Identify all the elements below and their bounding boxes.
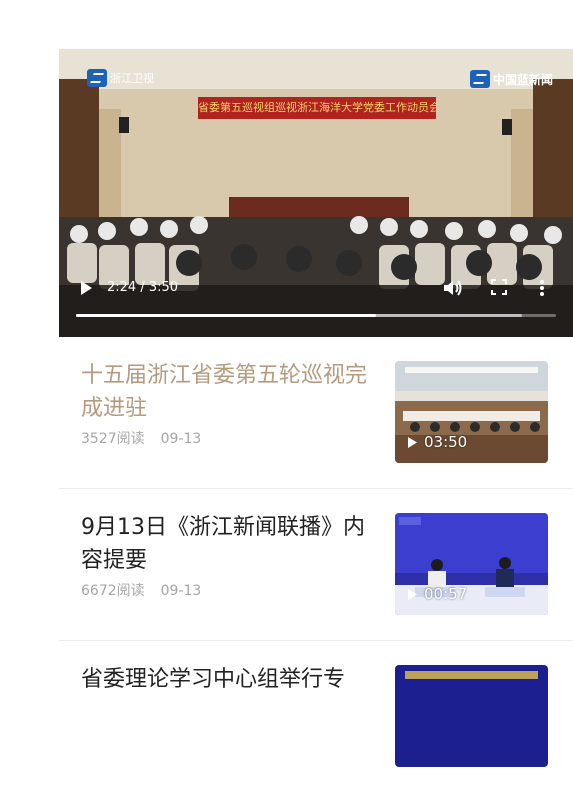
- publish-date: 09-13: [160, 583, 202, 599]
- video-duration-badge: 00:57: [407, 585, 467, 603]
- news-item[interactable]: 9月13日《浙江新闻联播》内容提要 6672阅读 09-13 00:57: [59, 489, 573, 641]
- more-vertical-icon: [540, 280, 544, 296]
- play-button[interactable]: [79, 280, 93, 300]
- news-meta: 3527阅读 09-13: [81, 428, 201, 448]
- watermark-text: 中国蓝新闻: [492, 72, 553, 87]
- read-count: 3527阅读: [81, 431, 145, 447]
- player-controls: 2:24 / 3:50: [59, 269, 573, 337]
- video-duration: 03:50: [424, 433, 468, 451]
- progress-played: [76, 314, 377, 317]
- time-display: 2:24 / 3:50: [107, 280, 179, 295]
- news-title[interactable]: 十五届浙江省委第五轮巡视完成进驻: [81, 359, 371, 425]
- news-title[interactable]: 省委理论学习中心组举行专: [81, 663, 371, 696]
- channel-logo-text: 浙江卫视: [110, 72, 154, 85]
- news-thumbnail[interactable]: [395, 665, 548, 767]
- play-icon: [408, 436, 417, 448]
- thumbnail-image: [395, 665, 548, 767]
- news-item[interactable]: 十五届浙江省委第五轮巡视完成进驻 3527阅读 09-13 03:50: [59, 337, 573, 489]
- watermark: 中国蓝新闻: [469, 70, 553, 88]
- volume-button[interactable]: [443, 279, 463, 301]
- volume-icon: [444, 280, 462, 296]
- play-icon: [408, 588, 417, 600]
- progress-bar[interactable]: [76, 314, 556, 317]
- china-blue-logo-icon: [469, 70, 490, 88]
- news-thumbnail[interactable]: 00:57: [395, 513, 548, 615]
- read-count: 6672阅读: [81, 583, 145, 599]
- publish-date: 09-13: [160, 431, 202, 447]
- news-title[interactable]: 9月13日《浙江新闻联播》内容提要: [81, 511, 371, 577]
- play-icon: [81, 281, 92, 295]
- fullscreen-icon: [491, 279, 507, 295]
- more-options-button[interactable]: [539, 279, 545, 301]
- zhejiang-tv-logo-icon: [87, 69, 107, 87]
- video-duration-badge: 03:50: [407, 433, 467, 451]
- fullscreen-button[interactable]: [491, 279, 507, 299]
- channel-logo: 浙江卫视: [87, 69, 154, 87]
- news-meta: 6672阅读 09-13: [81, 580, 201, 600]
- news-item[interactable]: 省委理论学习中心组举行专: [59, 641, 573, 793]
- news-thumbnail[interactable]: 03:50: [395, 361, 548, 463]
- video-duration: 00:57: [424, 585, 468, 603]
- meeting-banner: 省委第五巡视组巡视浙江海洋大学党委工作动员会议: [198, 97, 436, 119]
- video-player[interactable]: 浙江卫视 中国蓝新闻 省委第五巡视组巡视浙江海洋大学党委工作动员会议 2:24 …: [59, 49, 573, 337]
